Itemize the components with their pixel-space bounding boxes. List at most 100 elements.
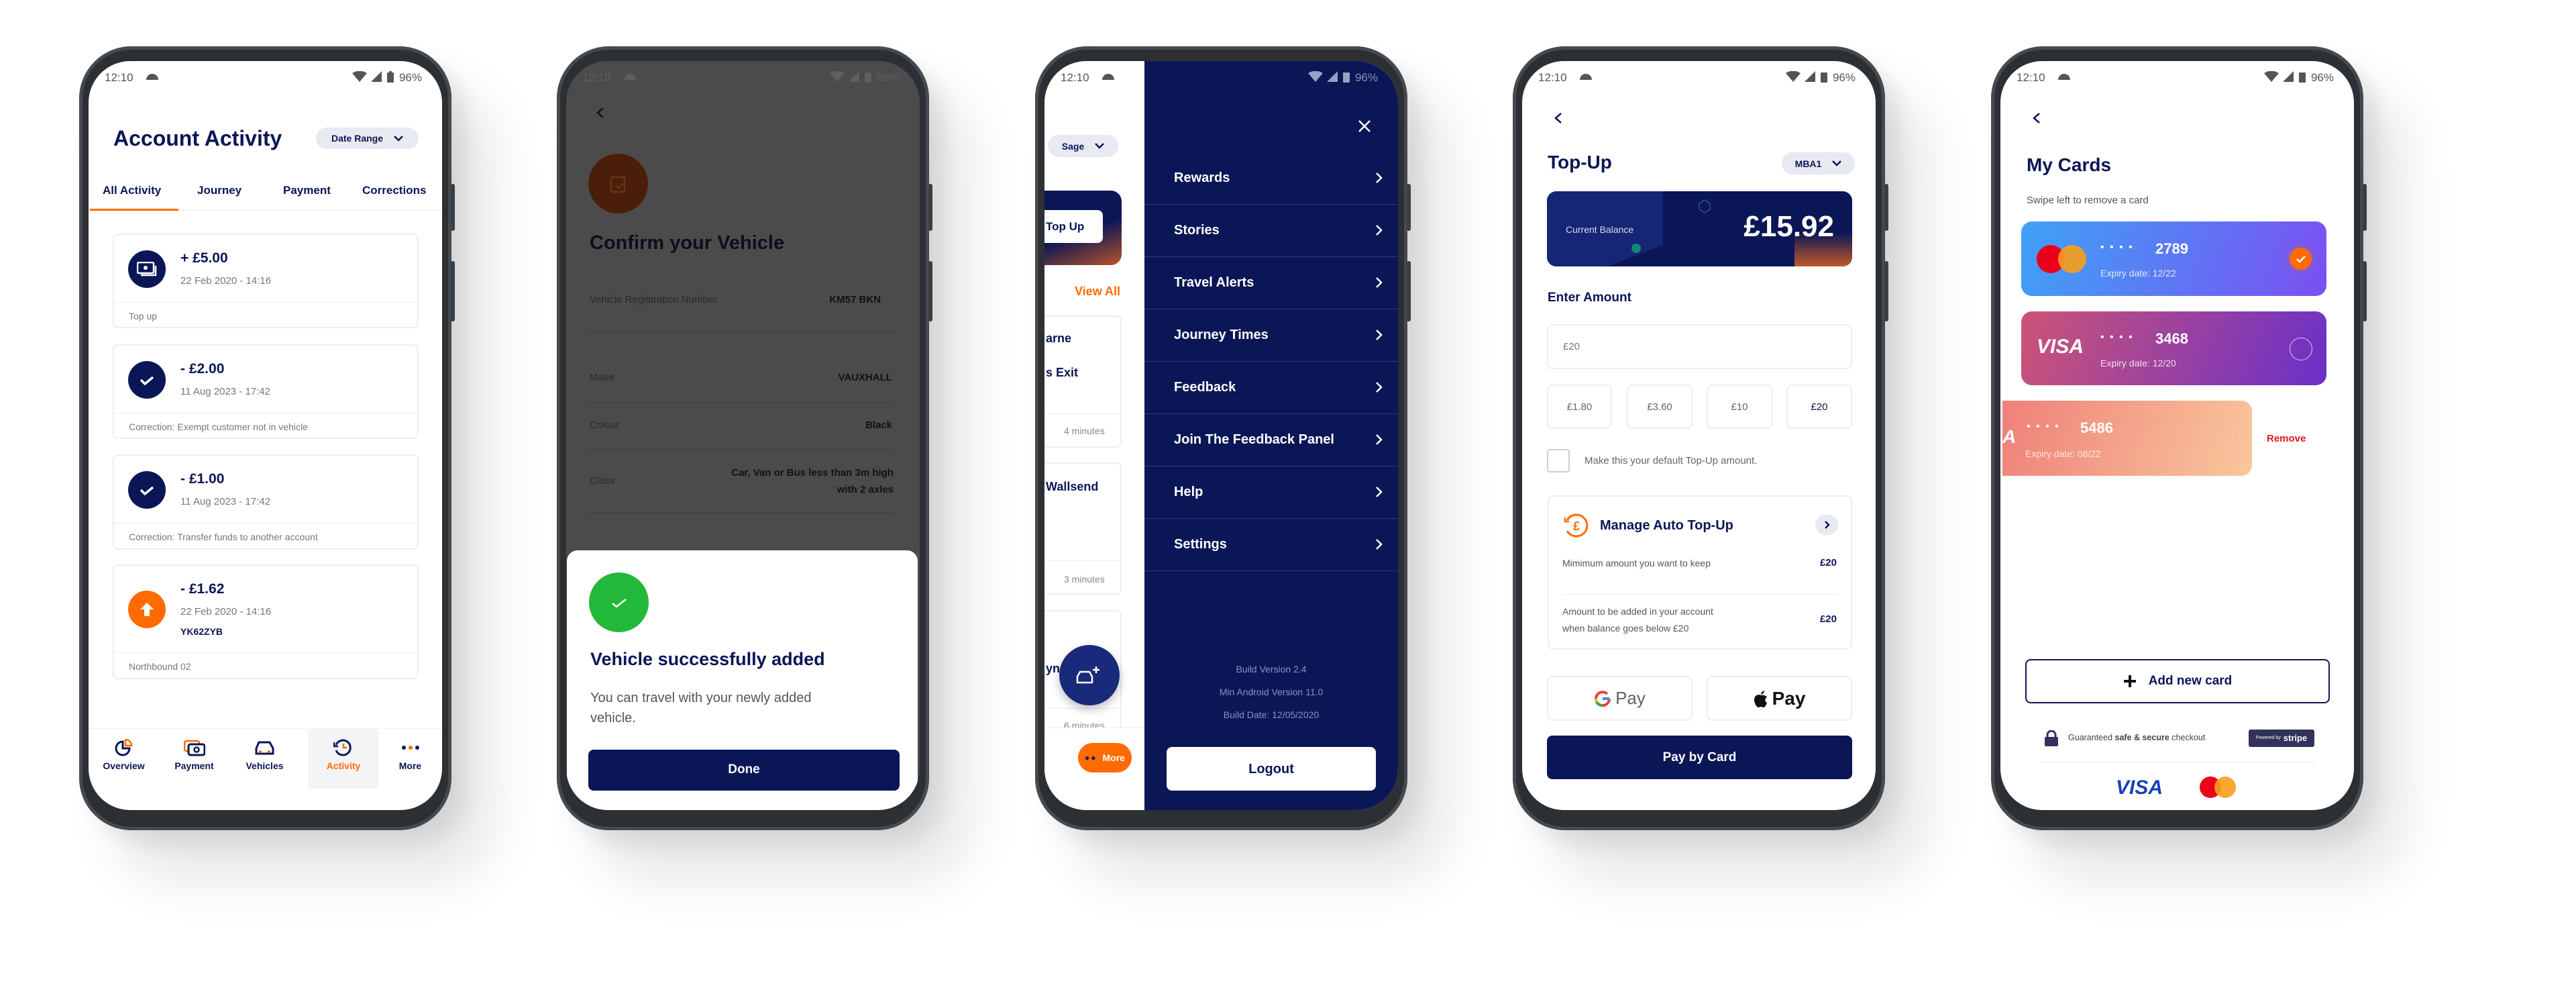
journey-card[interactable]: arne s Exit 4 minutes	[1044, 315, 1122, 448]
history-icon	[333, 739, 352, 756]
back-arrow-icon[interactable]	[596, 107, 605, 119]
remove-card-button[interactable]: Remove	[2267, 433, 2306, 445]
default-amount-checkbox[interactable]	[1547, 449, 1570, 472]
nav-overview[interactable]: Overview	[89, 730, 159, 789]
activity-date: 22 Feb 2020 - 14:16	[180, 606, 272, 617]
tab-journey[interactable]: Journey	[197, 184, 241, 197]
saved-card-mastercard[interactable]: • • • • 2789 Expiry date: 12/22	[2021, 221, 2326, 296]
add-vehicle-fab[interactable]	[1059, 645, 1120, 705]
status-bar: 12:10 96%	[89, 61, 442, 88]
nav-payment[interactable]: Payment	[159, 730, 229, 789]
secure-text: checkout	[2169, 733, 2206, 742]
auto-top-up-card[interactable]: £ Manage Auto Top-Up Mimimum amount you …	[1548, 495, 1852, 650]
nav-more[interactable]: More	[378, 730, 442, 789]
battery-percent: 96%	[398, 71, 422, 84]
tab-all-activity[interactable]: All Activity	[103, 184, 161, 197]
back-arrow-icon[interactable]	[2032, 112, 2041, 124]
card-expiry: Expiry date: 08/22	[2025, 448, 2101, 459]
apple-pay-button[interactable]: Pay	[1707, 676, 1852, 721]
top-up-button[interactable]: Top Up	[1044, 210, 1103, 243]
selected-check-icon[interactable]	[2290, 248, 2312, 270]
menu-item-settings[interactable]: Settings	[1144, 519, 1398, 571]
menu-item-help[interactable]: Help	[1144, 466, 1398, 519]
done-button[interactable]: Done	[588, 750, 900, 791]
min-android-version: Min Android Version 11.0	[1219, 687, 1324, 697]
battery-percent: 96%	[2310, 71, 2334, 84]
battery-icon	[1821, 72, 1827, 83]
menu-item-label: Travel Alerts	[1174, 275, 1254, 290]
nav-more[interactable]: ●● More	[1078, 743, 1132, 772]
account-dropdown[interactable]: MBA1	[1782, 152, 1855, 174]
power-button	[1407, 261, 1411, 321]
chevron-right-icon	[1376, 225, 1383, 236]
menu-item-travel-alerts[interactable]: Travel Alerts	[1144, 257, 1398, 309]
row-label: Class	[590, 475, 615, 487]
select-radio[interactable]	[2214, 427, 2237, 450]
volume-button	[928, 184, 932, 231]
activity-item[interactable]: - £2.00 11 Aug 2023 - 17:42 Correction: …	[113, 344, 419, 439]
pay-by-card-button[interactable]: Pay by Card	[1547, 736, 1852, 779]
battery-icon	[2299, 72, 2306, 83]
card-dots: • • • •	[2100, 332, 2134, 343]
activity-amount: - £1.62	[180, 581, 225, 597]
quick-amount-button[interactable]: £1.80	[1547, 385, 1612, 429]
quick-amount-button-selected[interactable]: £20	[1786, 385, 1852, 429]
secure-text-bold: safe & secure	[2114, 733, 2169, 742]
android-icon	[146, 74, 158, 80]
card-dots: • • • •	[2027, 421, 2060, 432]
amount-input[interactable]: £20	[1547, 324, 1852, 369]
activity-note: Correction: Exempt customer not in vehic…	[129, 421, 308, 432]
saved-card-visa[interactable]: VISA • • • • 3468 Expiry date: 12/20	[2021, 311, 2326, 385]
wifi-icon	[1786, 71, 1801, 82]
select-radio[interactable]	[2290, 338, 2312, 360]
add-new-card-button[interactable]: Add new card	[2025, 659, 2330, 703]
menu-item-label: Help	[1174, 485, 1203, 499]
android-icon	[1102, 74, 1114, 80]
battery-percent: 96%	[1832, 71, 1856, 84]
auto-top-up-chevron-button[interactable]	[1815, 515, 1838, 535]
menu-item-journey-times[interactable]: Journey Times	[1144, 309, 1398, 362]
stripe-logo: stripe	[2283, 733, 2308, 744]
quick-amount-button[interactable]: £10	[1707, 385, 1772, 429]
tab-corrections[interactable]: Corrections	[362, 184, 426, 197]
quick-amount-button[interactable]: £3.60	[1627, 385, 1693, 429]
nav-label: Payment	[174, 760, 214, 771]
activity-item[interactable]: + £5.00 22 Feb 2020 - 14:16 Top up	[113, 234, 419, 328]
close-icon[interactable]	[1358, 119, 1371, 133]
journey-card[interactable]: Wallsend 3 minutes	[1044, 462, 1122, 595]
page-title: My Cards	[2027, 154, 2112, 175]
saved-card-swiped[interactable]: A • • • • 5486 Expiry date: 08/22	[2002, 401, 2252, 476]
card-expiry: Expiry date: 12/22	[2100, 268, 2176, 279]
view-all-link[interactable]: View All	[1075, 285, 1120, 299]
activity-item[interactable]: - £1.00 11 Aug 2023 - 17:42 Correction: …	[113, 454, 419, 550]
date-range-dropdown[interactable]: Date Range	[316, 128, 419, 149]
page-subtitle: Swipe left to remove a card	[2027, 195, 2149, 206]
add-amount-value: £20	[1819, 613, 1837, 625]
apple-icon	[1754, 690, 1767, 707]
back-arrow-icon[interactable]	[1554, 112, 1563, 124]
activity-item[interactable]: - £1.62 22 Feb 2020 - 14:16 YK62ZYB Nort…	[113, 564, 419, 679]
nav-vehicles[interactable]: Vehicles	[229, 730, 300, 789]
svg-text:£: £	[1573, 519, 1580, 533]
nav-label: Activity	[326, 760, 361, 771]
account-dropdown[interactable]: Sage	[1048, 135, 1118, 157]
tab-payment[interactable]: Payment	[283, 184, 331, 197]
google-pay-button[interactable]: Pay	[1547, 676, 1693, 721]
divider	[114, 302, 417, 303]
journey-duration: 3 minutes	[1064, 574, 1105, 585]
activity-date: 11 Aug 2023 - 17:42	[180, 386, 271, 397]
google-pay-label: Pay	[1615, 688, 1646, 708]
logout-button[interactable]: Logout	[1167, 747, 1376, 791]
menu-item-feedback[interactable]: Feedback	[1144, 362, 1398, 414]
google-g-icon	[1595, 690, 1611, 707]
car-plus-icon	[1076, 666, 1099, 684]
add-new-card-label: Add new card	[2148, 673, 2233, 688]
menu-item-join-the-feedback-panel[interactable]: Join The Feedback Panel	[1144, 414, 1398, 466]
check-icon	[128, 471, 166, 509]
nav-activity[interactable]: Activity	[309, 730, 378, 789]
menu-item-stories[interactable]: Stories	[1144, 205, 1398, 257]
chevron-right-icon	[1824, 521, 1830, 529]
menu-item-rewards[interactable]: Rewards	[1144, 152, 1398, 205]
activity-amount: - £2.00	[180, 361, 225, 377]
top-up-icon	[128, 250, 166, 288]
